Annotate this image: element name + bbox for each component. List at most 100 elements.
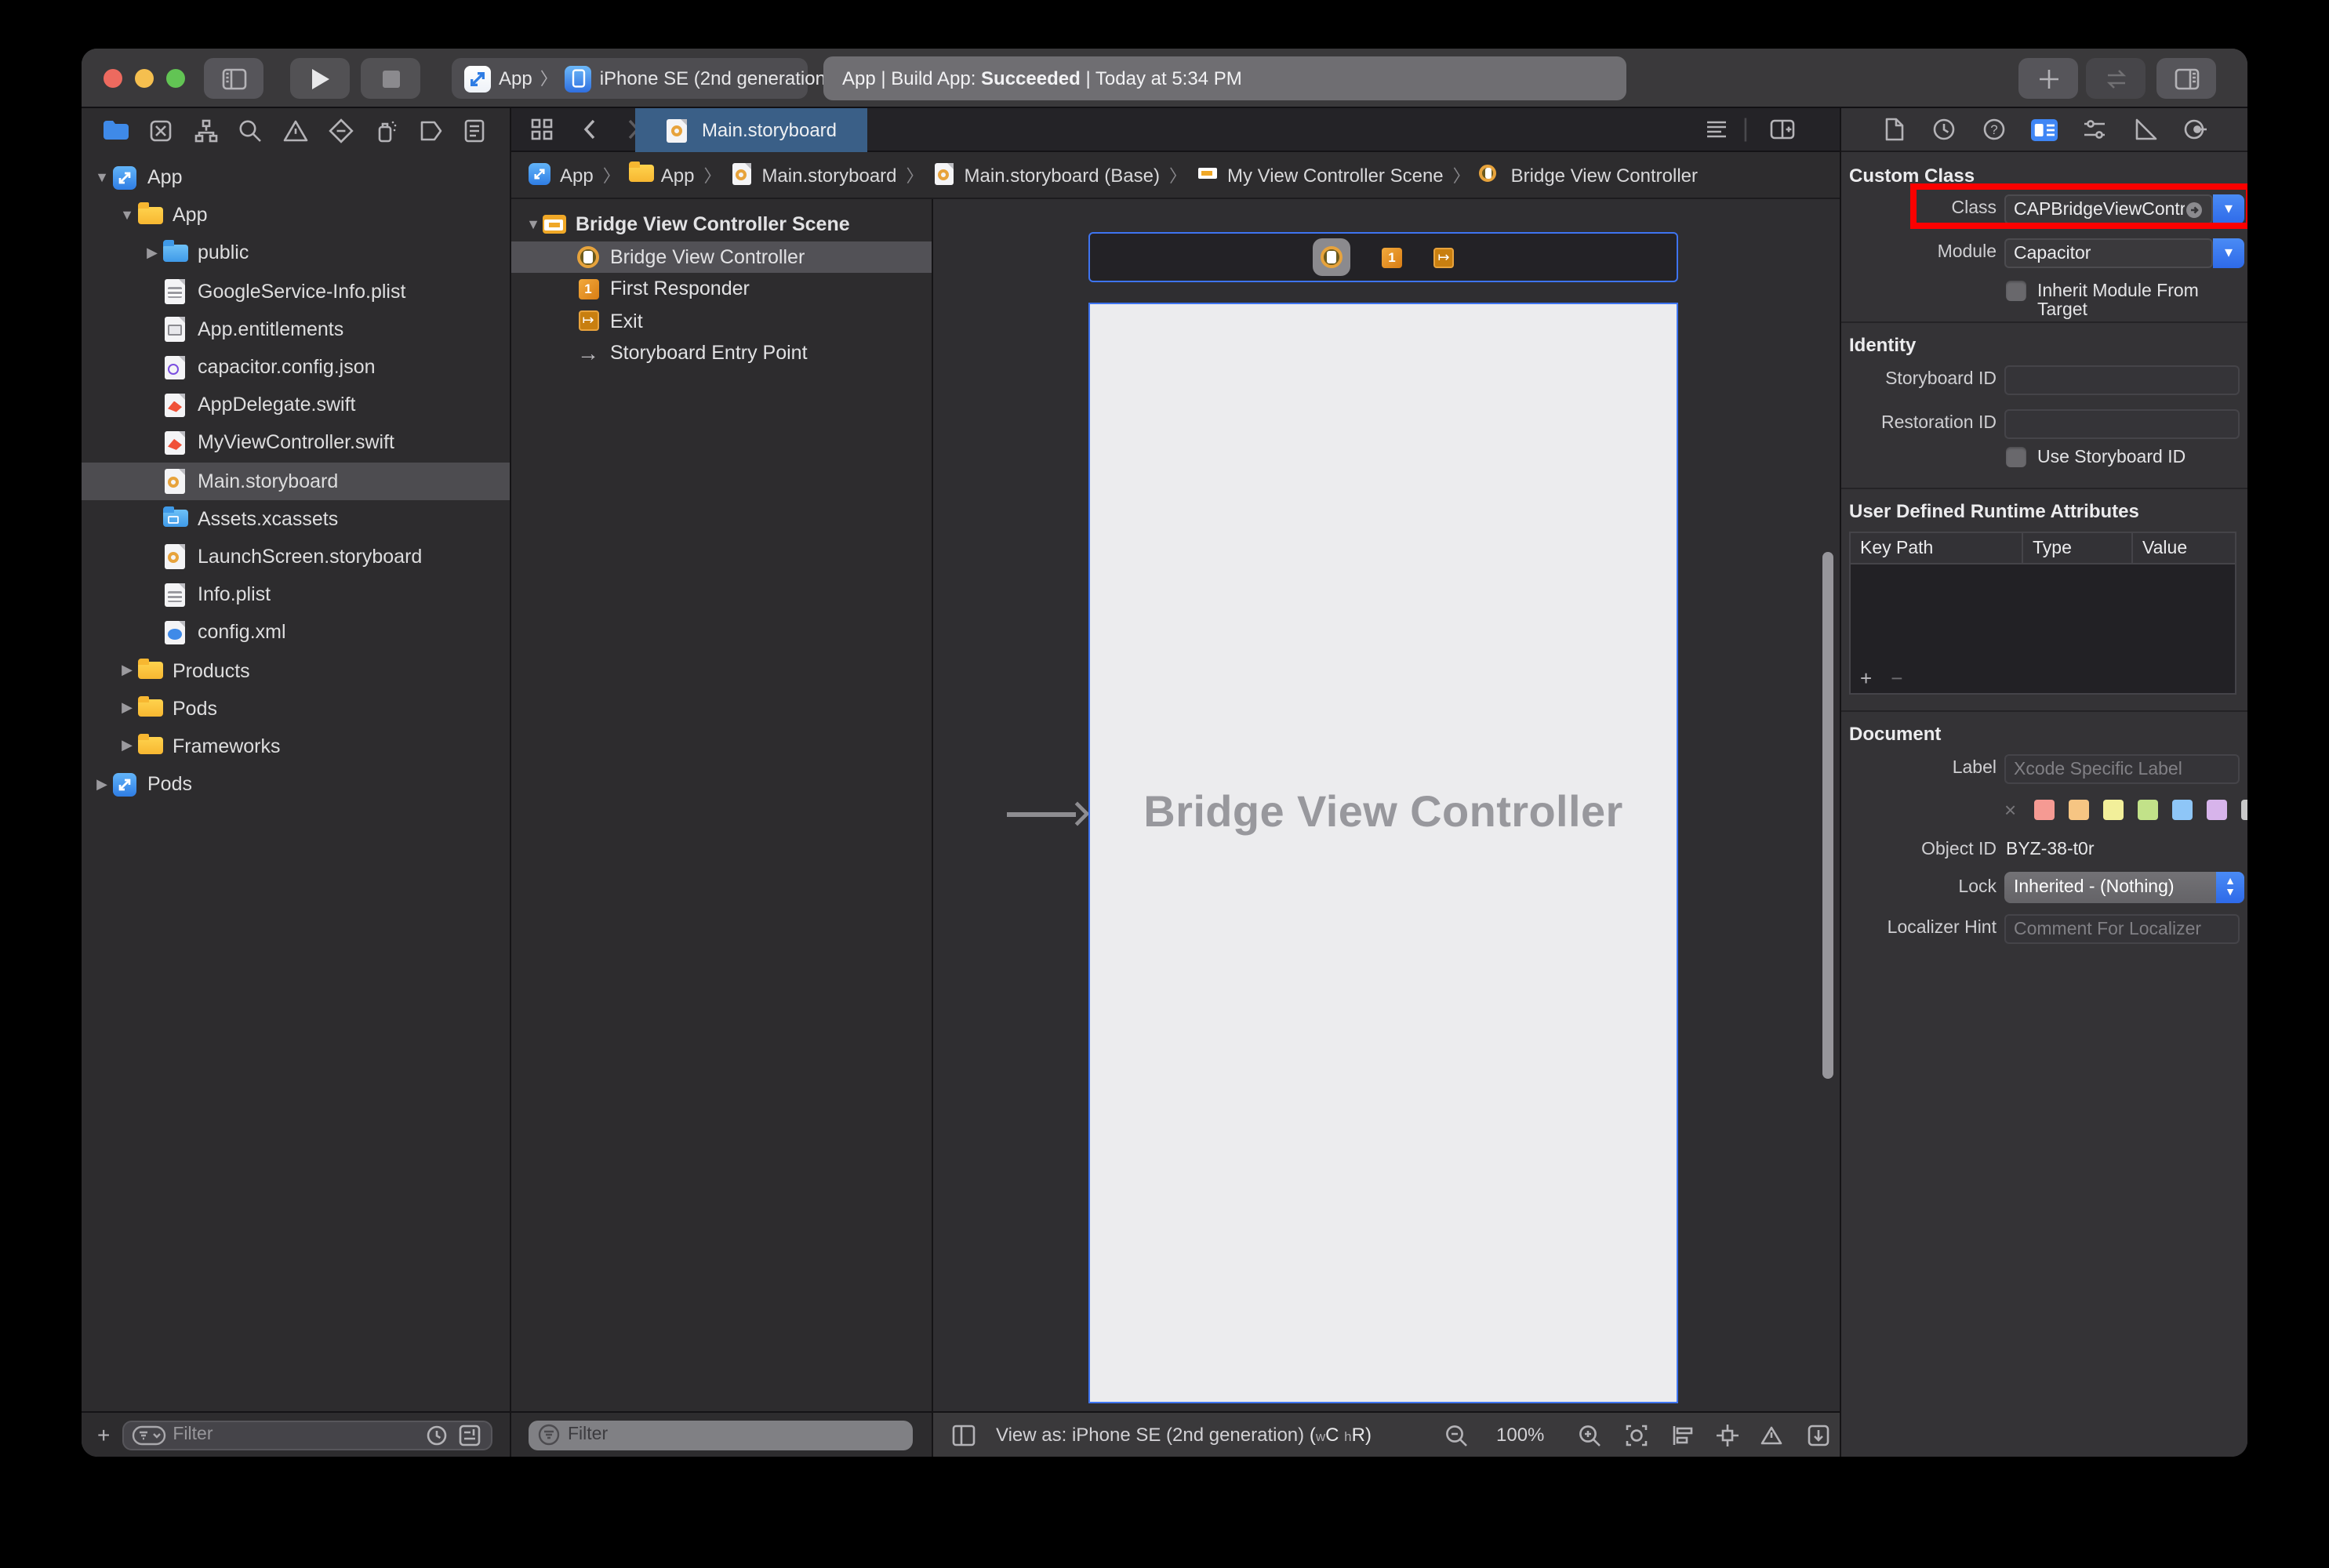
breadcrumb-item[interactable]: Main.storyboard (Base) bbox=[933, 163, 1160, 187]
run-button[interactable] bbox=[290, 58, 350, 99]
color-tag-swatch[interactable] bbox=[2171, 800, 2192, 820]
add-attribute-button[interactable]: + bbox=[1860, 666, 1872, 690]
outline-row[interactable]: 1First Responder bbox=[510, 273, 932, 305]
file-tree-row[interactable]: ▶Pods bbox=[82, 765, 510, 803]
zoom-in-icon[interactable] bbox=[1576, 1421, 1603, 1448]
attributes-inspector-icon[interactable] bbox=[2078, 114, 2109, 145]
toggle-navigator-button[interactable] bbox=[204, 58, 263, 99]
lock-stepper[interactable]: ▲▼ bbox=[2216, 872, 2244, 903]
file-tree-row[interactable]: ▶Pods bbox=[82, 689, 510, 727]
runtime-attributes-table[interactable]: Key Path Type Value + − bbox=[1849, 532, 2236, 695]
view-controller-view[interactable]: Bridge View Controller bbox=[1088, 303, 1678, 1403]
file-inspector-icon[interactable] bbox=[1877, 114, 1909, 145]
find-navigator-icon[interactable] bbox=[235, 114, 267, 146]
inspector-divider[interactable] bbox=[1840, 108, 1841, 1457]
breadcrumb-item[interactable]: Main.storyboard bbox=[730, 163, 896, 187]
disclosure-triangle-icon[interactable]: ▶ bbox=[119, 662, 135, 679]
debug-navigator-icon[interactable] bbox=[369, 114, 401, 146]
update-frames-icon[interactable] bbox=[1623, 1421, 1650, 1448]
file-tree-row[interactable]: AppDelegate.swift bbox=[82, 386, 510, 423]
file-tree-row[interactable]: ▼App bbox=[82, 196, 510, 234]
color-tag-swatch[interactable] bbox=[2137, 800, 2157, 820]
view-as-label[interactable]: View as: iPhone SE (2nd generation) (wC … bbox=[996, 1424, 1372, 1446]
history-inspector-icon[interactable] bbox=[1928, 114, 1959, 145]
zoom-level[interactable]: 100% bbox=[1496, 1424, 1544, 1446]
tab-main-storyboard[interactable]: Main.storyboard bbox=[635, 108, 867, 152]
outline-divider[interactable] bbox=[932, 199, 933, 1457]
scene-header-row[interactable]: ▼Bridge View Controller Scene bbox=[510, 209, 932, 241]
color-tag-swatch[interactable] bbox=[2068, 800, 2088, 820]
disclosure-triangle-icon[interactable]: ▼ bbox=[525, 217, 541, 233]
project-navigator-icon[interactable] bbox=[101, 114, 133, 146]
canvas-scrollbar[interactable] bbox=[1822, 552, 1833, 1079]
file-tree-row[interactable]: LaunchScreen.storyboard bbox=[82, 538, 510, 575]
size-inspector-icon[interactable] bbox=[2128, 114, 2160, 145]
close-window-button[interactable] bbox=[104, 69, 122, 88]
use-storyboard-id-checkbox[interactable] bbox=[2006, 447, 2026, 467]
flags-box-icon[interactable] bbox=[456, 1421, 483, 1448]
back-chevron-icon[interactable] bbox=[577, 116, 604, 143]
color-tag-swatch[interactable] bbox=[2240, 800, 2247, 820]
file-tree-row[interactable]: Main.storyboard bbox=[82, 462, 510, 499]
navigator-divider[interactable] bbox=[510, 108, 511, 1457]
file-tree-row[interactable]: capacitor.config.json bbox=[82, 348, 510, 386]
symbol-navigator-icon[interactable] bbox=[191, 114, 222, 146]
color-tag-swatch[interactable] bbox=[2033, 800, 2054, 820]
module-dropdown-button[interactable]: ▾ bbox=[2213, 238, 2244, 268]
outline-row[interactable]: →Storyboard Entry Point bbox=[510, 337, 932, 369]
view-controller-dock-item[interactable] bbox=[1313, 238, 1350, 276]
restoration-id-field[interactable] bbox=[2004, 409, 2240, 439]
issue-navigator-icon[interactable] bbox=[280, 114, 311, 146]
storyboard-entry-arrow[interactable] bbox=[1007, 803, 1088, 825]
module-field[interactable]: Capacitor bbox=[2004, 238, 2213, 268]
color-tag-swatch[interactable] bbox=[2206, 800, 2226, 820]
file-tree-row[interactable]: Info.plist bbox=[82, 575, 510, 613]
stop-button[interactable] bbox=[361, 58, 420, 99]
storyboard-id-field[interactable] bbox=[2004, 365, 2240, 395]
first-responder-icon[interactable]: 1 bbox=[1382, 247, 1402, 267]
inherit-module-checkbox[interactable] bbox=[2006, 281, 2026, 301]
outline-filter-field[interactable]: Filter bbox=[529, 1420, 913, 1450]
breakpoint-navigator-icon[interactable] bbox=[414, 114, 445, 146]
file-tree-row[interactable]: ▶Frameworks bbox=[82, 728, 510, 765]
no-color-button[interactable]: × bbox=[2004, 798, 2016, 822]
minimize-window-button[interactable] bbox=[135, 69, 154, 88]
color-tag-swatch[interactable] bbox=[2102, 800, 2123, 820]
align-icon[interactable] bbox=[1670, 1421, 1697, 1448]
add-editor-icon[interactable] bbox=[1769, 116, 1796, 143]
zoom-out-icon[interactable] bbox=[1443, 1421, 1470, 1448]
report-navigator-icon[interactable] bbox=[459, 114, 490, 146]
add-file-button[interactable]: + bbox=[97, 1422, 110, 1447]
disclosure-triangle-icon[interactable]: ▼ bbox=[119, 208, 135, 223]
embed-icon[interactable] bbox=[1805, 1421, 1832, 1448]
navigator-filter-field[interactable]: Filter bbox=[122, 1420, 492, 1450]
breadcrumb-item[interactable]: My View Controller Scene bbox=[1196, 163, 1444, 187]
lock-dropdown[interactable]: Inherited - (Nothing) bbox=[2004, 872, 2244, 903]
outline-row[interactable]: Bridge View Controller bbox=[510, 241, 932, 273]
disclosure-triangle-icon[interactable]: ▶ bbox=[119, 699, 135, 717]
toggle-outline-icon[interactable] bbox=[950, 1421, 977, 1448]
breadcrumb-item[interactable]: Bridge View Controller bbox=[1480, 163, 1698, 187]
add-constraints-icon[interactable] bbox=[1714, 1421, 1741, 1448]
source-control-icon[interactable] bbox=[146, 114, 177, 146]
library-button[interactable] bbox=[2018, 58, 2078, 99]
outline-row[interactable]: ↦Exit bbox=[510, 305, 932, 337]
code-review-button[interactable] bbox=[2086, 58, 2146, 99]
connections-inspector-icon[interactable] bbox=[2178, 114, 2210, 145]
quick-help-inspector-icon[interactable]: ? bbox=[1978, 114, 2009, 145]
file-tree-row[interactable]: App.entitlements bbox=[82, 310, 510, 348]
document-label-field[interactable]: Xcode Specific Label bbox=[2004, 754, 2240, 784]
localizer-hint-field[interactable]: Comment For Localizer bbox=[2004, 914, 2240, 944]
disclosure-triangle-icon[interactable]: ▶ bbox=[144, 245, 160, 262]
editor-options-icon[interactable] bbox=[1703, 116, 1730, 143]
recents-clock-icon[interactable] bbox=[423, 1421, 450, 1448]
identity-inspector-icon[interactable] bbox=[2028, 114, 2059, 145]
breadcrumb-item[interactable]: App bbox=[529, 163, 594, 187]
file-tree-row[interactable]: Assets.xcassets bbox=[82, 499, 510, 537]
scheme-selector[interactable]: App 〉 iPhone SE (2nd generation) bbox=[452, 58, 808, 99]
file-tree-row[interactable]: ▼App bbox=[82, 158, 510, 196]
related-items-icon[interactable] bbox=[529, 116, 555, 143]
file-tree-row[interactable]: ▶Products bbox=[82, 652, 510, 689]
file-tree-row[interactable]: ▶public bbox=[82, 234, 510, 272]
remove-attribute-button[interactable]: − bbox=[1891, 666, 1902, 690]
